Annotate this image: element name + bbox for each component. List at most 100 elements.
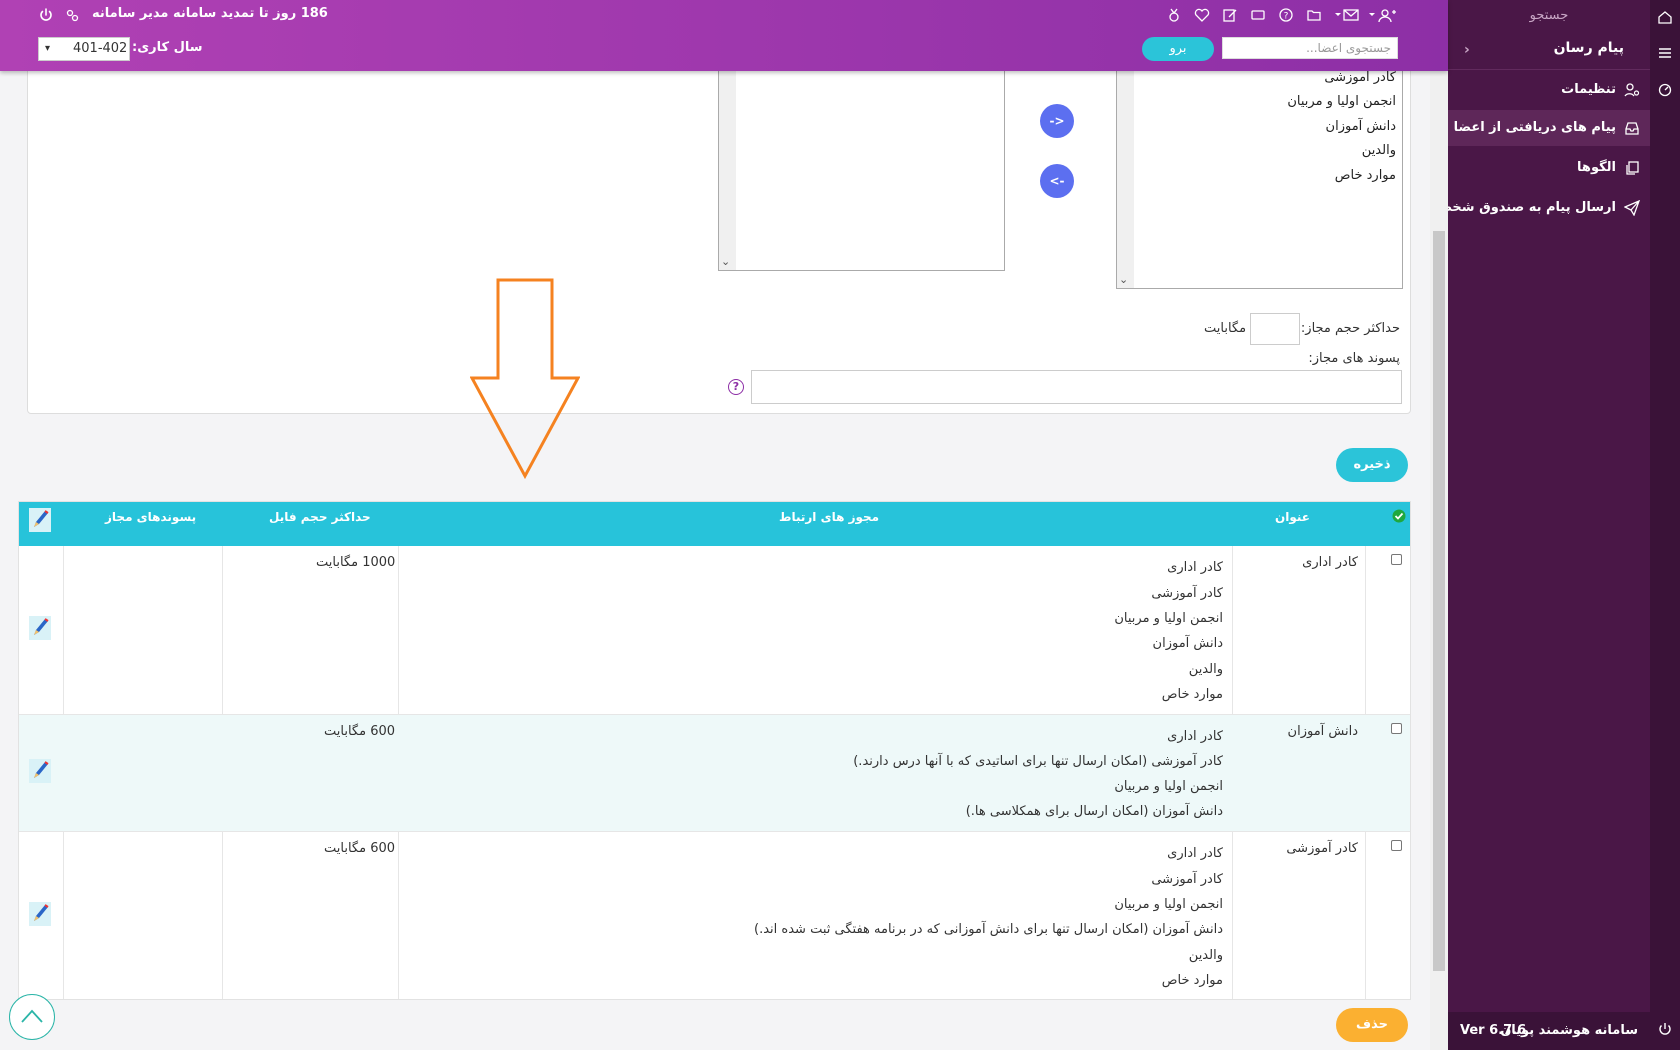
power-icon[interactable] xyxy=(1658,1022,1672,1036)
table-row[interactable]: کادر اداری کادر اداری کادر آموزشی انجمن … xyxy=(19,546,1410,715)
sidebar-item-label: تنظیمات xyxy=(1561,82,1616,97)
inbox-icon xyxy=(1625,122,1639,135)
year-select[interactable]: ▾ 401-402 xyxy=(38,37,130,61)
permission-item: والدین xyxy=(1188,662,1223,677)
table-row[interactable]: دانش آموزان کادر اداری کادر آموزشی (امکا… xyxy=(19,715,1410,832)
sidebar-item-received-messages[interactable]: پیام های دریافتی از اعضا xyxy=(1448,110,1650,146)
table-row[interactable]: کادر آموزشی کادر اداری کادر آموزشی انجمن… xyxy=(19,832,1410,1001)
sidebar: جستجو پیام رسان ‹ تنظیمات پیام های دریاف… xyxy=(1448,0,1650,1050)
check-all-icon[interactable] xyxy=(1392,509,1406,523)
user-add-dropdown-icon[interactable] xyxy=(1368,7,1396,23)
row-title: کادر آموزشی xyxy=(1286,841,1358,856)
folder-icon[interactable] xyxy=(1306,7,1322,23)
power-icon[interactable] xyxy=(38,7,54,23)
target-listbox[interactable]: ⌄ xyxy=(718,51,1005,271)
listbox-scrollbar[interactable]: ⌄ xyxy=(719,52,736,270)
sidebar-item-settings[interactable]: تنظیمات xyxy=(1448,72,1650,108)
permission-item: دانش آموزان (امکان ارسال تنها برای دانش … xyxy=(754,922,1223,937)
col-title: عنوان xyxy=(1275,510,1310,524)
permission-item: دانش آموزان xyxy=(1152,636,1223,651)
arrow-down-icon xyxy=(470,278,580,480)
list-item[interactable]: کادر آموزشی xyxy=(1324,70,1396,85)
save-button[interactable]: ذخیره xyxy=(1336,448,1408,482)
users-gear-icon[interactable] xyxy=(64,7,80,23)
move-right-button[interactable]: -> xyxy=(1040,104,1074,138)
edit-icon[interactable] xyxy=(1222,7,1238,23)
copy-icon xyxy=(1626,161,1639,175)
footer-version: Ver 6.7.6 xyxy=(1460,1023,1527,1038)
permission-item: والدین xyxy=(1188,948,1223,963)
icon-rail xyxy=(1650,0,1680,1050)
scrollbar-thumb[interactable] xyxy=(1433,231,1445,971)
list-item[interactable]: موارد خاص xyxy=(1335,168,1396,183)
medal-icon[interactable] xyxy=(1166,7,1182,23)
delete-button[interactable]: حذف xyxy=(1336,1008,1408,1042)
top-bar-row-status: 186 روز تا تمدید سامانه مدیر سامانه ? xyxy=(0,6,1448,26)
question-icon[interactable]: ? xyxy=(1278,7,1294,23)
chevron-down-icon: ⌄ xyxy=(1119,273,1129,286)
menu-icon[interactable] xyxy=(1658,46,1672,60)
list-item[interactable]: انجمن اولیا و مربیان xyxy=(1287,94,1396,109)
row-max-size: 600 مگابایت xyxy=(324,841,396,856)
user-gear-icon xyxy=(1624,83,1640,97)
edit-pencil-icon[interactable] xyxy=(29,616,51,640)
dashboard-icon[interactable] xyxy=(1658,83,1672,97)
year-value: 401-402 xyxy=(73,41,128,56)
top-bar-row-controls: ▾ 401-402 سال کاری: برو جستجوی اعضا... xyxy=(0,37,1448,63)
row-title: دانش آموزان xyxy=(1287,724,1358,739)
list-item[interactable]: دانش آموزان xyxy=(1326,119,1396,134)
row-max-size: 1000 مگابایت xyxy=(316,555,396,570)
row-checkbox[interactable] xyxy=(1391,554,1402,565)
chevron-left-icon: ‹ xyxy=(1464,42,1470,58)
top-bar: 186 روز تا تمدید سامانه مدیر سامانه ? ▾ … xyxy=(0,0,1448,71)
permission-item: انجمن اولیا و مربیان xyxy=(1114,779,1223,794)
member-search-input[interactable]: جستجوی اعضا... xyxy=(1222,37,1398,59)
row-title: کادر اداری xyxy=(1302,555,1358,570)
mail-dropdown-icon[interactable] xyxy=(1334,7,1360,23)
col-max-size: حداکثر حجم فایل xyxy=(269,510,371,524)
chevron-down-icon: ▾ xyxy=(45,43,51,54)
permission-item: کادر اداری xyxy=(1167,560,1223,575)
move-left-button[interactable]: <- xyxy=(1040,164,1074,198)
scroll-to-top-button[interactable] xyxy=(9,994,55,1040)
permissions-table: عنوان مجوز های ارتباط حداکثر حجم فایل پس… xyxy=(18,501,1411,1000)
permission-item: دانش آموزان (امکان ارسال برای همکلاسی ها… xyxy=(965,804,1223,819)
max-size-unit: مگابایت xyxy=(1204,321,1247,336)
chevron-up-icon xyxy=(21,1009,43,1023)
extensions-input[interactable] xyxy=(751,370,1402,404)
ticket-icon[interactable] xyxy=(1250,7,1266,23)
source-listbox[interactable]: ⌄ کادر آموزشی انجمن اولیا و مربیان دانش … xyxy=(1116,51,1403,289)
edit-pencil-icon[interactable] xyxy=(29,759,51,783)
permission-item: کادر آموزشی xyxy=(1151,872,1223,887)
max-size-input[interactable] xyxy=(1250,313,1300,345)
chevron-down-icon: ⌄ xyxy=(721,255,731,268)
sidebar-item-label: پیام های دریافتی از اعضا xyxy=(1453,120,1616,135)
sidebar-item-templates[interactable]: الگوها xyxy=(1448,150,1650,186)
permission-item: کادر آموزشی (امکان ارسال تنها برای اساتی… xyxy=(853,754,1223,769)
sidebar-item-label: الگوها xyxy=(1577,160,1616,175)
sidebar-item-send-personal[interactable]: ارسال پیام به صندوق شخصی... xyxy=(1448,190,1650,226)
page-scrollbar[interactable] xyxy=(1430,71,1448,1050)
permission-item: انجمن اولیا و مربیان xyxy=(1114,897,1223,912)
max-size-label: حداکثر حجم مجاز: xyxy=(1300,321,1400,336)
sidebar-section-title[interactable]: پیام رسان ‹ xyxy=(1448,40,1650,70)
edit-pencil-icon[interactable] xyxy=(29,902,51,926)
list-item[interactable]: والدین xyxy=(1362,143,1396,158)
home-icon[interactable] xyxy=(1658,10,1672,24)
sidebar-item-label: ارسال پیام به صندوق شخصی... xyxy=(1448,200,1616,215)
edit-pencil-icon[interactable] xyxy=(29,508,51,532)
help-icon[interactable]: ? xyxy=(728,379,744,395)
extensions-label: پسوند های مجاز: xyxy=(1308,351,1400,366)
col-permissions: مجوز های ارتباط xyxy=(779,510,880,524)
row-checkbox[interactable] xyxy=(1391,723,1402,734)
permission-item: انجمن اولیا و مربیان xyxy=(1114,611,1223,626)
listbox-scrollbar[interactable]: ⌄ xyxy=(1117,52,1134,288)
send-icon xyxy=(1624,200,1640,216)
search-go-button[interactable]: برو xyxy=(1142,37,1214,61)
heart-pulse-icon[interactable] xyxy=(1194,7,1210,23)
row-checkbox[interactable] xyxy=(1391,840,1402,851)
permission-item: کادر اداری xyxy=(1167,729,1223,744)
year-label: سال کاری: xyxy=(132,40,203,55)
row-max-size: 600 مگابایت xyxy=(324,724,396,739)
sidebar-search[interactable]: جستجو xyxy=(1448,8,1650,23)
